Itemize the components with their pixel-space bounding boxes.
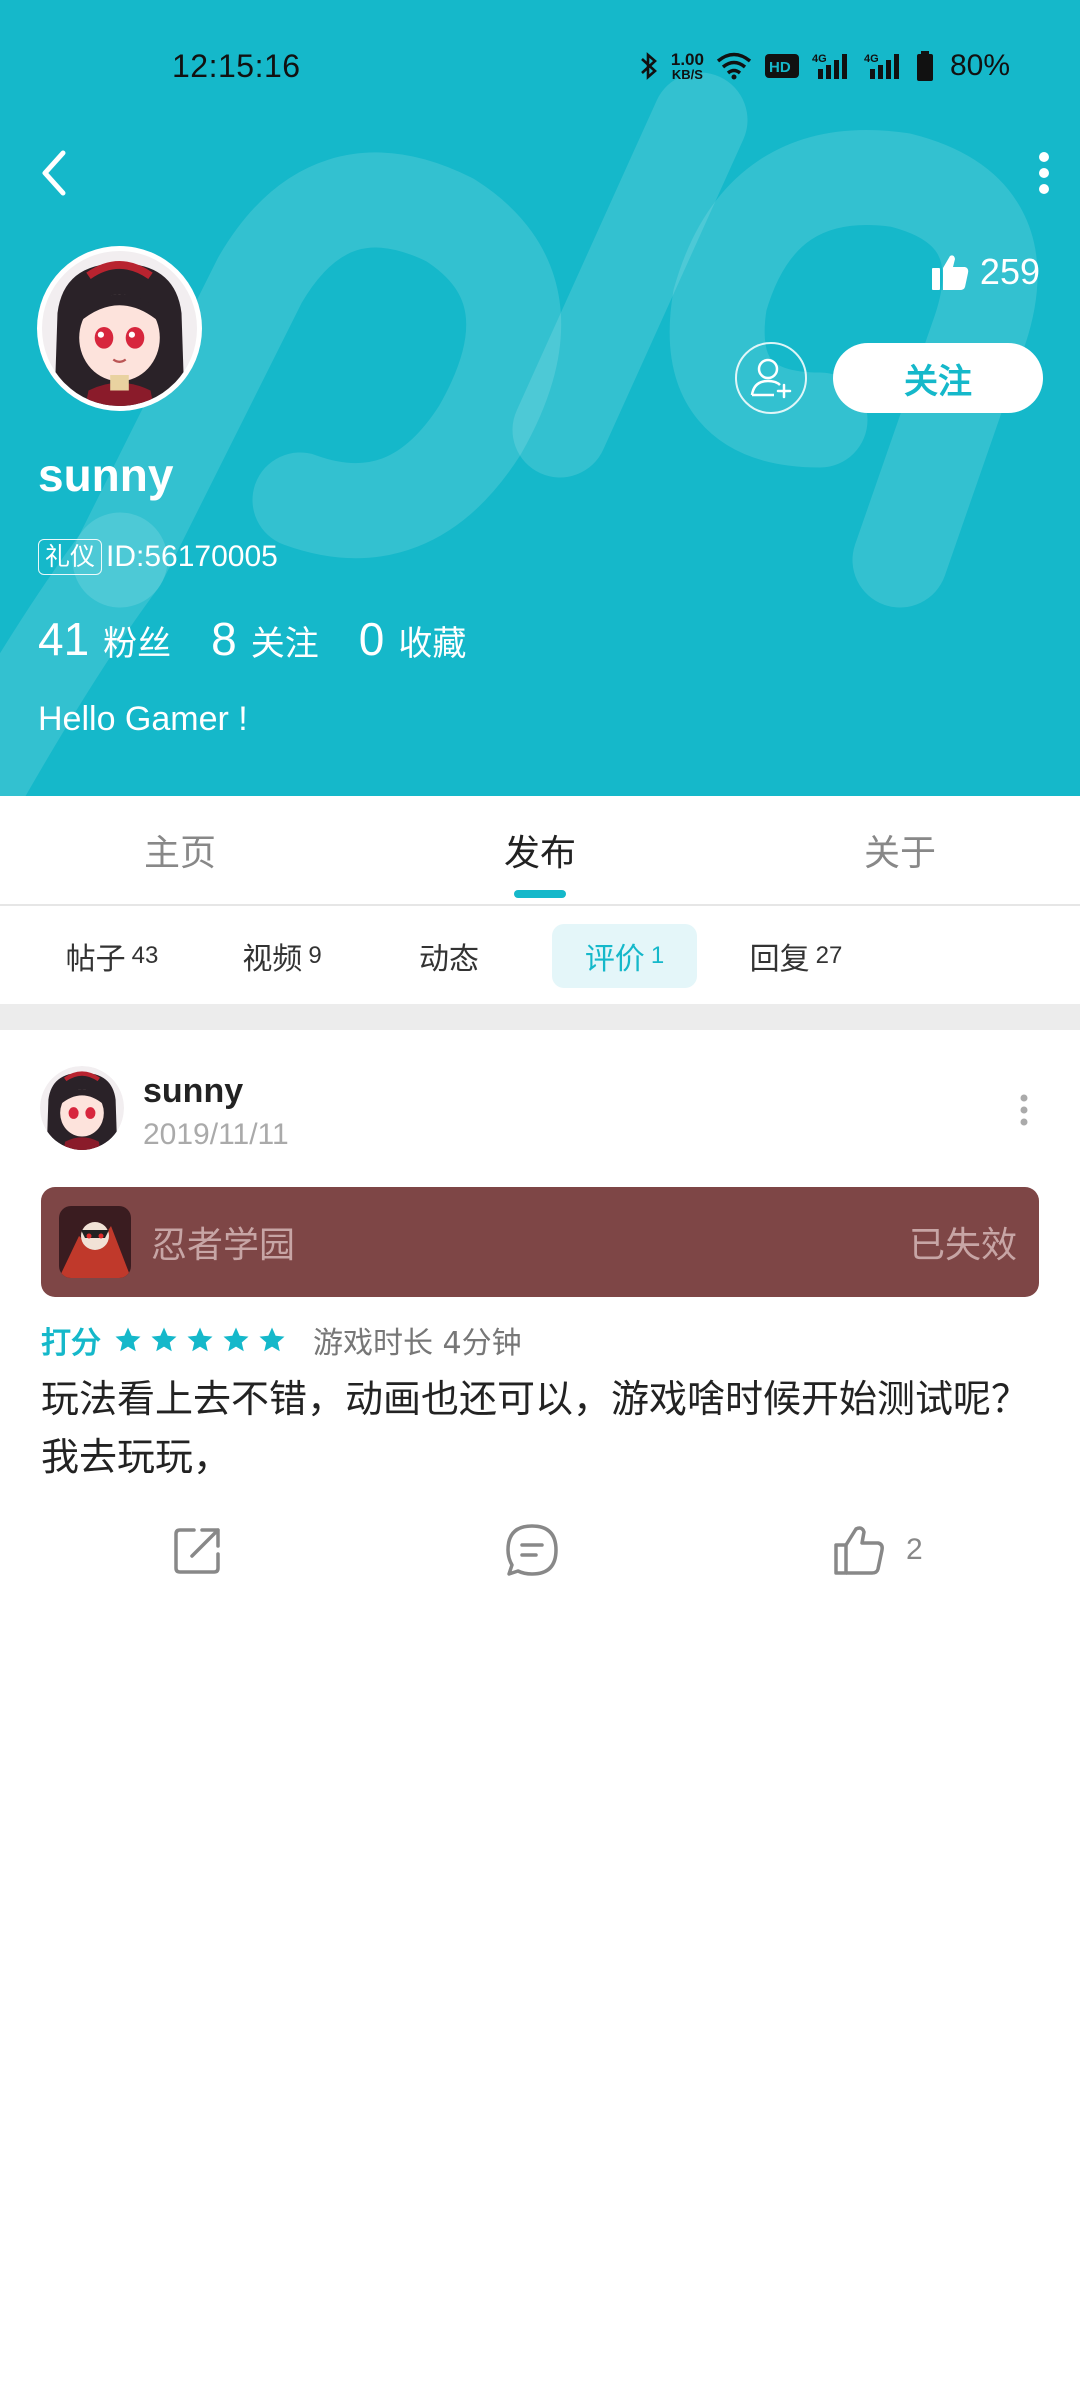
rating-label: 打分 — [41, 1326, 101, 1361]
svg-text:4G: 4G — [812, 53, 827, 65]
tab-posts[interactable]: 发布 — [360, 796, 720, 904]
playtime: 游戏时长 4分钟 — [313, 1326, 522, 1361]
star-icon — [259, 1327, 285, 1352]
like-count: 2 — [906, 1533, 923, 1566]
review-author[interactable]: sunny — [143, 1072, 243, 1111]
svg-text:HD: HD — [769, 59, 791, 76]
share-icon — [174, 1528, 220, 1574]
profile-header: 12:15:16 1.00 KB/S HD 4G 4G 80% 259 关注 s… — [0, 0, 1080, 796]
status-time: 12:15:16 — [172, 48, 301, 84]
following-stat[interactable]: 8 关注 — [211, 612, 319, 666]
subtab-posts[interactable]: 帖子 43 — [44, 924, 180, 988]
star-icon — [115, 1327, 141, 1352]
user-id-row: 礼仪 ID:56170005 — [38, 537, 278, 577]
id-badge: 礼仪 — [38, 539, 103, 575]
rating-stars — [113, 1325, 287, 1355]
net-speed: 1.00 KB/S — [670, 50, 704, 82]
signal-4g-icon: 4G — [812, 51, 852, 81]
follow-button[interactable]: 关注 — [833, 343, 1043, 413]
game-icon — [59, 1206, 131, 1278]
wifi-icon — [716, 52, 752, 80]
rating-row: 打分 游戏时长 4分钟 — [41, 1320, 522, 1361]
like-button[interactable]: 2 — [832, 1510, 923, 1590]
section-divider — [0, 1004, 1080, 1030]
review-text: 玩法看上去不错，动画也还可以，游戏啥时候开始测试呢？我去玩玩， — [41, 1377, 1030, 1479]
tab-indicator — [514, 890, 566, 898]
user-id: ID:56170005 — [106, 540, 278, 573]
battery-percentage: 80% — [949, 49, 1010, 82]
review-actions: 2 — [0, 1510, 1080, 1590]
battery-icon — [916, 51, 934, 81]
profile-stats: 41 粉丝 8 关注 0 收藏 — [38, 612, 506, 666]
game-name: 忍者学园 — [151, 1225, 296, 1266]
more-options-button[interactable] — [1020, 142, 1068, 204]
author-avatar[interactable] — [40, 1066, 124, 1150]
svg-text:4G: 4G — [864, 53, 879, 65]
subtab-reviews[interactable]: 评价 1 — [552, 924, 697, 988]
tab-home[interactable]: 主页 — [0, 796, 360, 904]
review-date: 2019/11/11 — [143, 1118, 289, 1151]
likes-counter: 259 — [930, 244, 1040, 300]
thumbs-up-icon — [834, 1526, 884, 1575]
main-tabs: 主页 发布 关于 — [0, 796, 1080, 906]
more-vertical-icon — [1039, 152, 1049, 194]
bluetooth-icon — [639, 51, 659, 81]
more-vertical-icon — [1020, 1094, 1028, 1126]
review-more-button[interactable] — [1004, 1080, 1044, 1140]
subtab-replies[interactable]: 回复 27 — [728, 924, 864, 988]
profile-username: sunny — [38, 449, 174, 501]
subtab-videos[interactable]: 视频 9 — [214, 924, 350, 988]
avatar-image — [40, 1066, 124, 1150]
chevron-left-icon — [42, 150, 66, 196]
followers-stat[interactable]: 41 粉丝 — [38, 612, 171, 666]
share-button[interactable] — [170, 1510, 226, 1590]
comment-button[interactable] — [504, 1510, 560, 1590]
signal-4g-icon: 4G — [864, 51, 904, 81]
hd-icon: HD — [764, 53, 800, 79]
star-icon — [187, 1327, 213, 1352]
tab-about[interactable]: 关于 — [720, 796, 1080, 904]
avatar-image — [42, 251, 197, 406]
star-icon — [151, 1327, 177, 1352]
thumbs-up-icon — [931, 255, 969, 290]
add-friend-button[interactable] — [735, 342, 807, 414]
profile-bio: Hello Gamer ! — [38, 700, 248, 738]
avatar[interactable] — [37, 246, 202, 411]
subtab-moments[interactable]: 动态 — [384, 924, 520, 988]
star-icon — [223, 1327, 249, 1352]
favorites-stat[interactable]: 0 收藏 — [359, 612, 467, 666]
back-button[interactable] — [30, 142, 78, 204]
comment-icon — [506, 1524, 558, 1576]
game-card[interactable]: 忍者学园 已失效 — [41, 1187, 1039, 1297]
review-card: sunny 2019/11/11 忍者学园 已失效 打分 游戏时长 4分钟 玩法… — [0, 1030, 1080, 1610]
status-bar: 12:15:16 1.00 KB/S HD 4G 4G 80% — [0, 0, 1080, 140]
game-status: 已失效 — [908, 1225, 1017, 1266]
user-add-icon — [750, 358, 792, 399]
sub-tabs: 帖子 43 视频 9 动态 评价 1 回复 27 — [0, 908, 1080, 1004]
